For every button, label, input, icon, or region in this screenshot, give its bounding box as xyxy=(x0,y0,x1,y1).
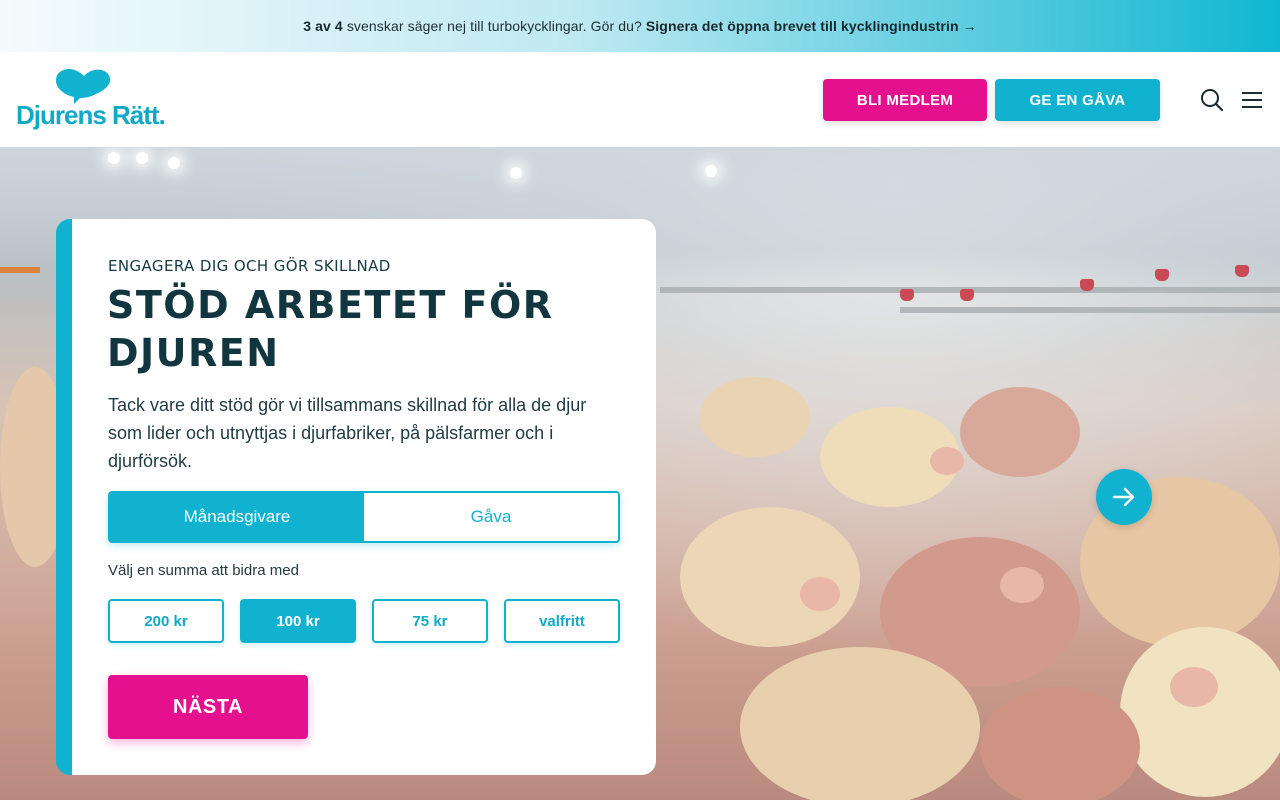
chick xyxy=(700,377,810,457)
feeder xyxy=(1155,269,1169,281)
banner-text: svenskar säger nej till turbokycklingar.… xyxy=(346,18,642,34)
toggle-one-time-gift[interactable]: Gåva xyxy=(364,493,618,541)
card-kicker: ENGAGERA DIG OCH GÖR SKILLNAD xyxy=(108,257,391,275)
chick xyxy=(740,647,980,800)
search-icon[interactable] xyxy=(1200,88,1224,112)
feeder xyxy=(1080,279,1094,291)
feeder xyxy=(960,289,974,301)
amount-option-100[interactable]: 100 kr xyxy=(240,599,356,643)
chick xyxy=(680,507,860,647)
chick-head xyxy=(1170,667,1218,707)
chick-head xyxy=(1000,567,1044,603)
chick xyxy=(980,687,1140,800)
banner-petition-link[interactable]: Signera det öppna brevet till kycklingin… xyxy=(646,18,977,34)
card-headline: STÖD ARBETET FÖR DJUREN xyxy=(107,281,567,377)
card-lead-text: Tack vare ditt stöd gör vi tillsammans s… xyxy=(108,395,587,471)
amount-option-75[interactable]: 75 kr xyxy=(372,599,488,643)
donation-type-toggle: Månadsgivare Gåva xyxy=(108,491,620,543)
amount-label: Välj en summa att bidra med xyxy=(108,562,299,579)
amount-option-custom[interactable]: valfritt xyxy=(504,599,620,643)
banner-highlight: 3 av 4 xyxy=(303,18,343,34)
headline-line-2: DJUREN xyxy=(107,331,280,375)
feeding-rail xyxy=(900,307,1280,313)
hamburger-menu-icon[interactable] xyxy=(1240,88,1264,112)
amount-options: 200 kr 100 kr 75 kr valfritt xyxy=(108,599,620,643)
logo-wordmark: Djurens Rätt. xyxy=(16,100,166,130)
ceiling-light xyxy=(705,165,717,177)
ceiling-light xyxy=(510,167,522,179)
announcement-banner[interactable]: 3 av 4 svenskar säger nej till turbokyck… xyxy=(0,0,1280,52)
feeding-pipe xyxy=(0,267,40,273)
chick-head xyxy=(800,577,840,611)
become-member-button[interactable]: BLI MEDLEM xyxy=(823,79,987,121)
next-slide-button[interactable] xyxy=(1096,469,1152,525)
heart-logo-icon xyxy=(56,69,111,104)
ceiling-light xyxy=(136,152,148,164)
donation-card: ENGAGERA DIG OCH GÖR SKILLNAD STÖD ARBET… xyxy=(56,219,656,775)
chick xyxy=(1120,627,1280,797)
amount-option-200[interactable]: 200 kr xyxy=(108,599,224,643)
feeder xyxy=(1235,265,1249,277)
chick xyxy=(960,387,1080,477)
next-button[interactable]: NÄSTA xyxy=(108,675,308,739)
site-header: Djurens Rätt. BLI MEDLEM GE EN GÅVA xyxy=(0,52,1280,147)
feeder xyxy=(900,289,914,301)
toggle-monthly-donor[interactable]: Månadsgivare xyxy=(110,493,364,541)
give-gift-button[interactable]: GE EN GÅVA xyxy=(995,79,1160,121)
ceiling-light xyxy=(108,152,120,164)
headline-line-1: STÖD ARBETET FÖR xyxy=(107,283,554,327)
ceiling-light xyxy=(168,157,180,169)
chick-head xyxy=(930,447,964,475)
logo[interactable]: Djurens Rätt. xyxy=(14,66,178,136)
arrow-right-icon xyxy=(1112,487,1135,507)
